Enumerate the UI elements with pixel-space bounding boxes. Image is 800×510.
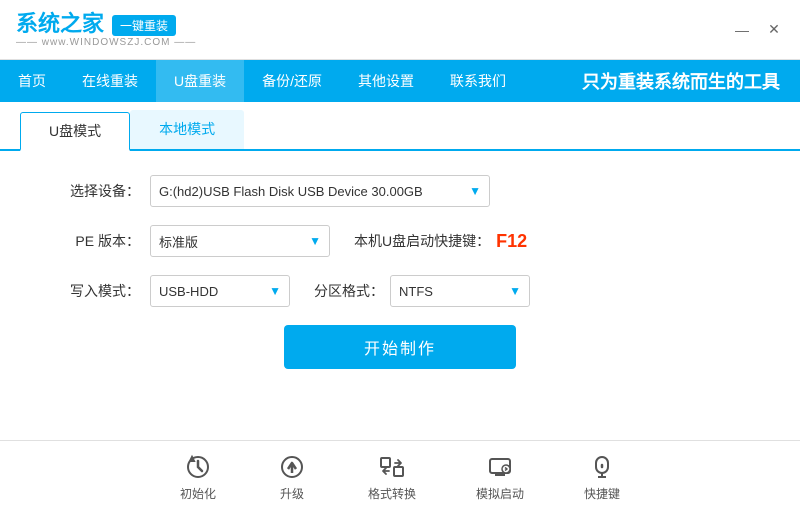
toolbar-item-shortcut[interactable]: 快捷键 xyxy=(584,451,620,502)
device-row: 选择设备： G:(hd2)USB Flash Disk USB Device 3… xyxy=(60,175,740,207)
upgrade-label: 升级 xyxy=(280,485,304,502)
simulate-icon xyxy=(484,451,516,483)
toolbar-item-initialize[interactable]: 初始化 xyxy=(180,451,216,502)
window-controls: — ✕ xyxy=(732,21,784,38)
title-bar: 系统之家 一键重装 —— www.WINDOWSZJ.COM —— — ✕ xyxy=(0,0,800,60)
nav-items: 首页 在线重装 U盘重装 备份/还原 其他设置 联系我们 xyxy=(0,60,524,102)
pe-row: PE 版本： 标准版 ▼ 本机U盘启动快捷键： F12 xyxy=(60,225,740,257)
partition-select[interactable]: NTFS ▼ xyxy=(390,275,530,307)
shortcut-icon xyxy=(586,451,618,483)
close-button[interactable]: ✕ xyxy=(764,21,784,38)
nav-item-contact[interactable]: 联系我们 xyxy=(432,60,524,102)
tabs-row: U盘模式 本地模式 xyxy=(0,110,800,151)
write-mode-label: 写入模式： xyxy=(60,281,140,301)
hotkey-value: F12 xyxy=(496,231,527,252)
hotkey-label: 本机U盘启动快捷键： xyxy=(354,231,490,251)
partition-arrow: ▼ xyxy=(509,284,521,298)
toolbar-item-upgrade[interactable]: 升级 xyxy=(276,451,308,502)
main-content: U盘模式 本地模式 选择设备： G:(hd2)USB Flash Disk US… xyxy=(0,102,800,510)
partition-label: 分区格式： xyxy=(314,281,384,301)
pe-version-select[interactable]: 标准版 ▼ xyxy=(150,225,330,257)
initialize-label: 初始化 xyxy=(180,485,216,502)
convert-icon xyxy=(376,451,408,483)
write-mode-row: 写入模式： USB-HDD ▼ 分区格式： NTFS ▼ xyxy=(60,275,740,307)
device-label: 选择设备： xyxy=(60,181,140,201)
write-mode-select[interactable]: USB-HDD ▼ xyxy=(150,275,290,307)
pe-select-arrow: ▼ xyxy=(309,234,321,248)
logo-badge: 一键重装 xyxy=(112,15,176,36)
logo-sub-text: —— www.WINDOWSZJ.COM —— xyxy=(16,37,196,48)
nav-item-online[interactable]: 在线重装 xyxy=(64,60,156,102)
form-area: 选择设备： G:(hd2)USB Flash Disk USB Device 3… xyxy=(0,151,800,440)
initialize-icon xyxy=(182,451,214,483)
logo-main-text: 系统之家 xyxy=(16,11,104,37)
nav-item-home[interactable]: 首页 xyxy=(0,60,64,102)
app-logo: 系统之家 一键重装 —— www.WINDOWSZJ.COM —— xyxy=(16,11,196,48)
toolbar-item-simulate[interactable]: 模拟启动 xyxy=(476,451,524,502)
pe-version-label: PE 版本： xyxy=(60,231,140,251)
simulate-label: 模拟启动 xyxy=(476,485,524,502)
minimize-button[interactable]: — xyxy=(732,22,752,38)
nav-slogan: 只为重装系统而生的工具 xyxy=(582,60,800,102)
convert-label: 格式转换 xyxy=(368,485,416,502)
device-select[interactable]: G:(hd2)USB Flash Disk USB Device 30.00GB… xyxy=(150,175,490,207)
toolbar-item-convert[interactable]: 格式转换 xyxy=(368,451,416,502)
bottom-toolbar: 初始化 升级 格式转换 xyxy=(0,440,800,510)
write-mode-arrow: ▼ xyxy=(269,284,281,298)
nav-item-udisk[interactable]: U盘重装 xyxy=(156,60,244,102)
shortcut-label: 快捷键 xyxy=(584,485,620,502)
nav-bar: 首页 在线重装 U盘重装 备份/还原 其他设置 联系我们 只为重装系统而生的工具 xyxy=(0,60,800,102)
nav-item-settings[interactable]: 其他设置 xyxy=(340,60,432,102)
tab-udisk-mode[interactable]: U盘模式 xyxy=(20,112,130,151)
device-select-arrow: ▼ xyxy=(469,184,481,198)
nav-item-backup[interactable]: 备份/还原 xyxy=(244,60,340,102)
upgrade-icon xyxy=(276,451,308,483)
tab-local-mode[interactable]: 本地模式 xyxy=(130,110,244,149)
start-button[interactable]: 开始制作 xyxy=(284,325,516,369)
